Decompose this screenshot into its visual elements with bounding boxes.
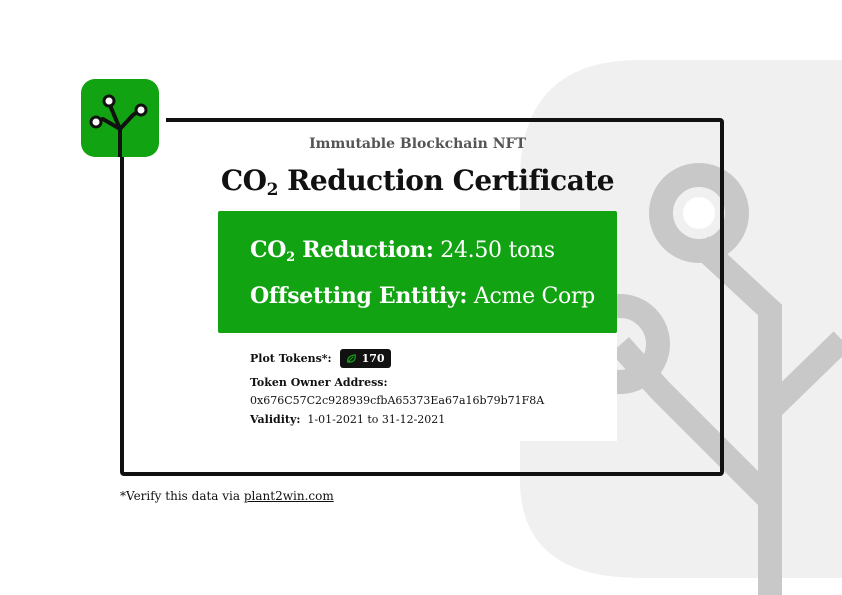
reduction-label-suffix: Reduction: bbox=[302, 237, 434, 263]
verify-note: *Verify this data via plant2win.com bbox=[120, 489, 334, 503]
plot-tokens-badge: 170 bbox=[339, 349, 391, 368]
reduction-label-prefix: CO bbox=[250, 237, 287, 263]
plot-tokens-value: 170 bbox=[361, 352, 385, 365]
title-suffix: Reduction Certificate bbox=[287, 164, 615, 197]
verify-text: *Verify this data via bbox=[120, 489, 241, 503]
validity-label: Validity: bbox=[250, 413, 301, 426]
leaf-icon bbox=[346, 354, 356, 363]
highlight-panel: CO2 Reduction: 24.50 tons Offsetting Ent… bbox=[218, 211, 617, 333]
plant-circuit-logo-icon bbox=[81, 79, 159, 157]
certificate-subtitle: Immutable Blockchain NFT bbox=[309, 136, 526, 152]
owner-label: Token Owner Address: bbox=[250, 376, 388, 389]
reduction-line: CO2 Reduction: 24.50 tons bbox=[250, 237, 555, 265]
plot-tokens-label: Plot Tokens*: bbox=[250, 352, 332, 365]
reduction-value: 24.50 tons bbox=[440, 238, 555, 263]
entity-line: Offsetting Entitiy: Acme Corp bbox=[250, 283, 595, 309]
certificate-title: CO2 Reduction Certificate bbox=[200, 164, 635, 200]
entity-label: Offsetting Entitiy: bbox=[250, 283, 468, 309]
validity-row: Validity: 1-01-2021 to 31-12-2021 bbox=[250, 413, 445, 426]
validity-value: 1-01-2021 to 31-12-2021 bbox=[307, 413, 446, 426]
title-subscript: 2 bbox=[266, 180, 279, 200]
verify-link[interactable]: plant2win.com bbox=[244, 489, 334, 503]
entity-value: Acme Corp bbox=[473, 284, 595, 309]
owner-address: 0x676C57C2c928939cfbA65373Ea67a16b79b71F… bbox=[250, 394, 545, 407]
reduction-label-subscript: 2 bbox=[286, 250, 295, 265]
plot-tokens-row: Plot Tokens*: 170 bbox=[250, 349, 391, 368]
details-panel: Plot Tokens*: 170 Token Owner Address: 0… bbox=[218, 333, 617, 441]
title-prefix: CO bbox=[220, 164, 267, 197]
